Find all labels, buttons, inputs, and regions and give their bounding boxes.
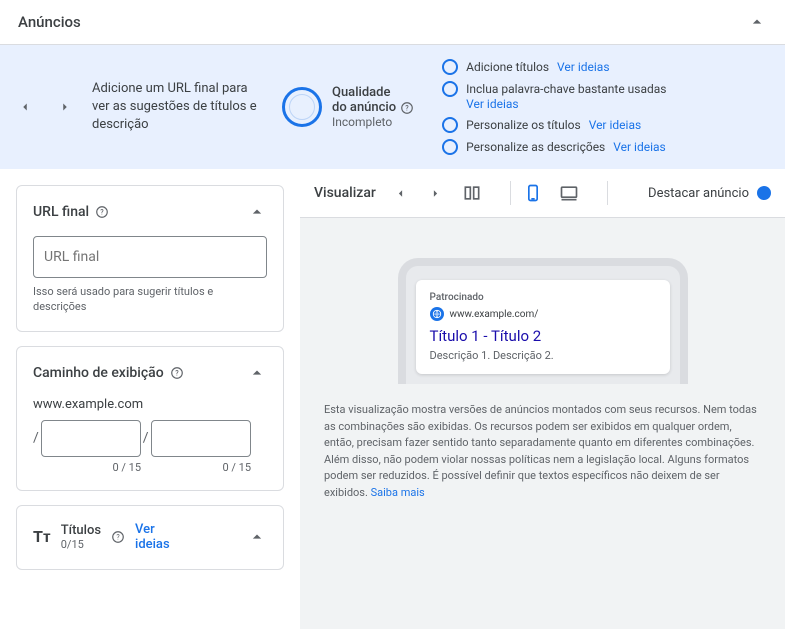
sponsored-label: Patrocinado — [430, 292, 656, 303]
phone-frame: Patrocinado www.example.com/ Título 1 - … — [398, 258, 688, 384]
preview-disclaimer: Esta visualização mostra versões de anún… — [320, 384, 765, 501]
svg-text:?: ? — [175, 369, 179, 377]
quality-block: Qualidade do anúncio ? Incompleto — [282, 85, 414, 129]
ver-ideias-link[interactable]: Ver ideias — [135, 522, 170, 553]
slash-separator: / — [33, 430, 39, 446]
toggle-icon — [757, 186, 771, 200]
help-icon[interactable]: ? — [400, 101, 414, 115]
suggestion-link[interactable]: Ver ideias — [557, 60, 609, 74]
collapse-icon[interactable] — [247, 202, 267, 222]
banner-instruction: Adicione um URL final para ver as sugest… — [92, 80, 262, 135]
preview-title: Visualizar — [314, 185, 376, 201]
toolbar-divider — [510, 181, 511, 205]
path-counter-2: 0 / 15 — [151, 461, 251, 474]
url-final-input[interactable] — [33, 236, 267, 278]
card-title: URL final — [33, 204, 89, 220]
ad-url: www.example.com/ — [450, 309, 539, 320]
path-input-1[interactable] — [41, 420, 141, 457]
titles-icon: Tᴛ — [33, 527, 51, 547]
globe-icon — [430, 307, 444, 321]
preview-next-icon[interactable] — [429, 187, 442, 200]
titulos-card: Tᴛ Títulos 0/15 ? Ver ideias — [16, 505, 284, 570]
suggestion-row: Inclua palavra-chave bastante usadas Ver… — [442, 81, 666, 111]
toolbar-divider — [607, 181, 608, 205]
display-domain: www.example.com — [33, 397, 267, 412]
suggestion-link[interactable]: Ver ideias — [613, 140, 665, 154]
suggestion-row: Adicione títulos Ver ideias — [442, 59, 666, 75]
preview-area: Patrocinado www.example.com/ Título 1 - … — [300, 218, 785, 629]
learn-more-link[interactable]: Saiba mais — [371, 486, 425, 499]
suggestion-label: Personalize as descrições — [466, 140, 605, 154]
destacar-label: Destacar anúncio — [648, 186, 749, 201]
ad-description: Descrição 1. Descrição 2. — [430, 349, 656, 362]
url-final-card: URL final ? Isso será usado para sugerir… — [16, 185, 284, 332]
right-column: Visualizar Destacar anúncio Patrocinado — [300, 169, 785, 629]
banner-nav — [18, 100, 72, 114]
url-final-hint: Isso será usado para sugerir títulos e d… — [33, 284, 267, 315]
card-title: Caminho de exibição — [33, 365, 164, 381]
suggestion-row: Personalize os títulos Ver ideias — [442, 117, 666, 133]
suggestion-label: Personalize os títulos — [466, 118, 581, 132]
path-counter-1: 0 / 15 — [41, 461, 141, 474]
suggestion-link[interactable]: Ver ideias — [466, 97, 518, 111]
suggestion-link[interactable]: Ver ideias — [589, 118, 641, 132]
suggestion-row: Personalize as descrições Ver ideias — [442, 139, 666, 155]
info-banner: Adicione um URL final para ver as sugest… — [0, 45, 785, 169]
preview-prev-icon[interactable] — [394, 187, 407, 200]
svg-text:?: ? — [116, 534, 120, 542]
ad-preview-card: Patrocinado www.example.com/ Título 1 - … — [416, 280, 670, 374]
help-icon[interactable]: ? — [170, 366, 184, 380]
svg-text:?: ? — [405, 104, 409, 112]
quality-label-2: do anúncio — [332, 100, 396, 115]
titulos-count: 0/15 — [61, 538, 101, 551]
radio-icon[interactable] — [442, 117, 458, 133]
prev-icon[interactable] — [18, 100, 32, 114]
slash-separator: / — [143, 430, 149, 446]
svg-text:?: ? — [100, 208, 104, 216]
next-icon[interactable] — [58, 100, 72, 114]
collapse-icon[interactable] — [247, 363, 267, 383]
help-icon[interactable]: ? — [111, 530, 125, 544]
quality-label-1: Qualidade — [332, 85, 390, 100]
quality-status: Incompleto — [332, 115, 414, 129]
display-path-card: Caminho de exibição ? www.example.com / … — [16, 346, 284, 491]
destacar-toggle[interactable]: Destacar anúncio — [648, 186, 771, 201]
radio-icon[interactable] — [442, 139, 458, 155]
suggestion-label: Inclua palavra-chave bastante usadas — [466, 82, 666, 96]
radio-icon[interactable] — [442, 81, 458, 97]
preview-toolbar: Visualizar Destacar anúncio — [300, 169, 785, 218]
section-header: Anúncios — [0, 0, 785, 45]
suggestions-list: Adicione títulos Ver ideias Inclua palav… — [442, 59, 666, 155]
columns-icon[interactable] — [462, 183, 482, 203]
help-icon[interactable]: ? — [95, 205, 109, 219]
collapse-icon[interactable] — [747, 12, 767, 32]
radio-icon[interactable] — [442, 59, 458, 75]
quality-circle-icon — [282, 87, 322, 127]
mobile-icon[interactable] — [523, 183, 543, 203]
desktop-icon[interactable] — [559, 183, 579, 203]
left-column: URL final ? Isso será usado para sugerir… — [0, 169, 300, 629]
suggestion-label: Adicione títulos — [466, 60, 549, 74]
ad-title: Título 1 - Título 2 — [430, 327, 656, 345]
path-input-2[interactable] — [151, 420, 251, 457]
section-title: Anúncios — [18, 13, 81, 31]
collapse-icon[interactable] — [247, 527, 267, 547]
main-content: URL final ? Isso será usado para sugerir… — [0, 169, 785, 629]
titulos-label: Títulos — [61, 523, 101, 538]
